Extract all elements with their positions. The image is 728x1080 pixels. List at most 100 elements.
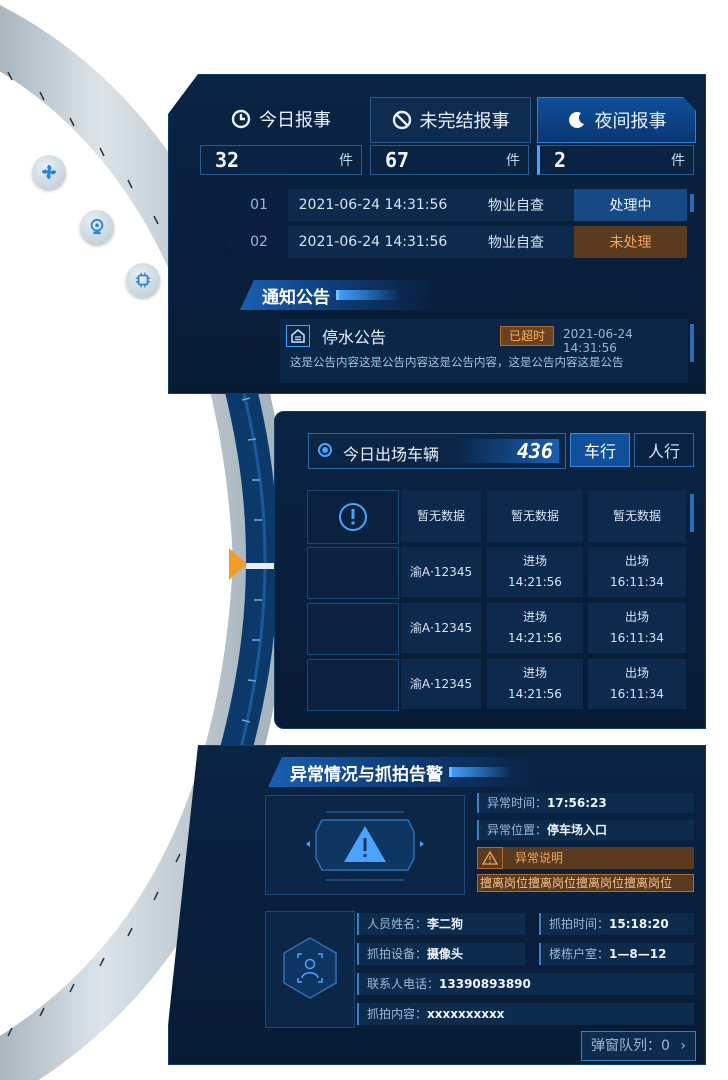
exit-time: 16:11:34: [610, 687, 664, 701]
person-photo[interactable]: [265, 911, 355, 1028]
row-source: 物业自查: [458, 189, 574, 221]
plate: 渝A·12345: [409, 676, 473, 691]
today-exit-vehicles: 今日出场车辆 436: [308, 433, 566, 469]
fan-icon[interactable]: [32, 155, 66, 189]
tab-night-reports[interactable]: 夜间报事: [537, 97, 696, 143]
field-label: 抓拍内容：: [367, 1007, 428, 1021]
field-label: 异常位置：: [487, 823, 548, 837]
section-title: 异常情况与抓拍告警: [290, 764, 443, 785]
section-title: 通知公告: [262, 287, 330, 308]
entry-time: 14:21:56: [508, 631, 562, 645]
field-label: 联系人电话：: [367, 977, 440, 991]
exit-cell: 出场 16:11:34: [588, 547, 686, 597]
exit-label: 出场: [624, 610, 649, 624]
row-source: 物业自查: [458, 226, 574, 258]
today-exit-value: 436: [455, 439, 559, 463]
report-row[interactable]: 02 2021-06-24 14:31:56 物业自查 未处理: [230, 226, 690, 258]
entry-label: 进场: [522, 666, 547, 680]
alert-circle-icon: [339, 503, 367, 531]
field-label: 异常说明: [515, 851, 564, 865]
clock-icon: [231, 109, 251, 129]
capture-time: 抓拍时间：15:18:20: [539, 913, 694, 935]
tab-vehicle[interactable]: 车行: [570, 433, 630, 467]
table-row[interactable]: 渝A·12345: [401, 547, 481, 597]
vehicle-image[interactable]: [307, 603, 399, 655]
entry-label: 进场: [522, 554, 547, 568]
tab-unfinished-reports[interactable]: 未完结报事: [370, 97, 531, 143]
abnormal-desc-header: 异常说明: [477, 847, 694, 869]
abnormal-desc: 擅离岗位擅离岗位擅离岗位擅离岗位: [477, 874, 694, 892]
field-value: 15:18:20: [609, 917, 669, 931]
entry-cell: 进场 14:21:56: [487, 603, 583, 653]
field-value: 13390893890: [439, 977, 531, 991]
field-value: 李二狗: [427, 917, 464, 931]
user-scan-icon: [283, 937, 337, 999]
entry-time: 14:21:56: [508, 575, 562, 589]
exit-cell: 出场 16:11:34: [588, 603, 686, 653]
count-value: 32: [215, 148, 240, 172]
scrollbar[interactable]: [690, 194, 694, 212]
pointer-indicator: [229, 548, 247, 580]
entry-time: 14:21:56: [508, 687, 562, 701]
home-icon: [286, 325, 310, 347]
notice-item[interactable]: 停水公告 已超时 2021-06-24 14:31:56 这是公告内容这是公告内…: [280, 319, 688, 383]
scrollbar[interactable]: [690, 324, 694, 362]
count-night: 2 件: [537, 145, 694, 175]
tab-today-reports[interactable]: 今日报事: [200, 97, 362, 141]
table-row[interactable]: 渝A·12345: [401, 603, 481, 653]
row-number: 01: [230, 189, 288, 221]
entry-cell: 进场 14:21:56: [487, 659, 583, 709]
grid-cell: 暂无数据: [487, 490, 583, 542]
field-value: 1—8—12: [609, 947, 667, 961]
no-data-text: 暂无数据: [612, 508, 661, 523]
popup-queue-button[interactable]: 弹窗队列：0 ›: [581, 1031, 696, 1061]
row-number: 02: [230, 226, 288, 258]
tab-pedestrian[interactable]: 人行: [634, 433, 694, 467]
report-row[interactable]: 01 2021-06-24 14:31:56 物业自查 处理中: [230, 189, 690, 221]
contact-phone: 联系人电话：13390893890: [357, 973, 694, 995]
count-value: 2: [554, 148, 567, 172]
status-badge: 未处理: [574, 226, 687, 258]
field-label: 楼栋户室：: [549, 947, 610, 961]
count-unfinished: 67 件: [370, 145, 529, 175]
notice-time: 2021-06-24 14:31:56: [563, 327, 633, 355]
tab-label: 今日报事: [259, 110, 331, 131]
tab-label: 未完结报事: [419, 111, 510, 132]
camera-icon[interactable]: [80, 210, 114, 244]
entry-label: 进场: [522, 610, 547, 624]
prohibit-icon: [392, 110, 411, 130]
count-unit: 件: [339, 153, 353, 169]
plate: 渝A·12345: [409, 564, 473, 579]
queue-label: 弹窗队列：: [591, 1038, 661, 1054]
chip-icon[interactable]: [126, 263, 160, 297]
row-datetime: 2021-06-24 14:31:56: [288, 226, 458, 258]
queue-count: 0: [661, 1038, 670, 1054]
chevron-right-icon: ›: [680, 1038, 686, 1054]
alert-image[interactable]: [265, 795, 465, 895]
today-exit-label: 今日出场车辆: [343, 445, 440, 464]
person-name: 人员姓名：李二狗: [357, 913, 525, 935]
count-unit: 件: [506, 153, 520, 169]
row-datetime: 2021-06-24 14:31:56: [288, 189, 458, 221]
scrollbar[interactable]: [690, 494, 694, 532]
notice-title: 停水公告: [322, 328, 387, 347]
warning-triangle-icon: [306, 811, 424, 881]
notice-body: 这是公告内容这是公告内容这是公告内容，这是公告内容这是公告: [290, 355, 624, 369]
abnormal-place: 异常位置：停车场入口: [477, 820, 694, 840]
table-row[interactable]: 渝A·12345: [401, 659, 481, 709]
vehicle-image[interactable]: [307, 659, 399, 711]
exit-cell: 出场 16:11:34: [588, 659, 686, 709]
vehicle-image[interactable]: [307, 547, 399, 599]
count-value: 67: [385, 148, 410, 172]
warning-icon: [477, 847, 503, 869]
tab-label: 夜间报事: [594, 111, 667, 132]
field-value: 17:56:23: [547, 796, 607, 810]
entry-cell: 进场 14:21:56: [487, 547, 583, 597]
no-data-text: 暂无数据: [510, 508, 559, 523]
section-header-notice: 通知公告: [240, 280, 440, 310]
room-number: 楼栋户室：1—8—12: [539, 943, 694, 965]
empty-image-cell: [307, 490, 399, 544]
exit-label: 出场: [624, 554, 649, 568]
field-value: 停车场入口: [547, 823, 608, 837]
field-value: xxxxxxxxxx: [427, 1007, 505, 1021]
